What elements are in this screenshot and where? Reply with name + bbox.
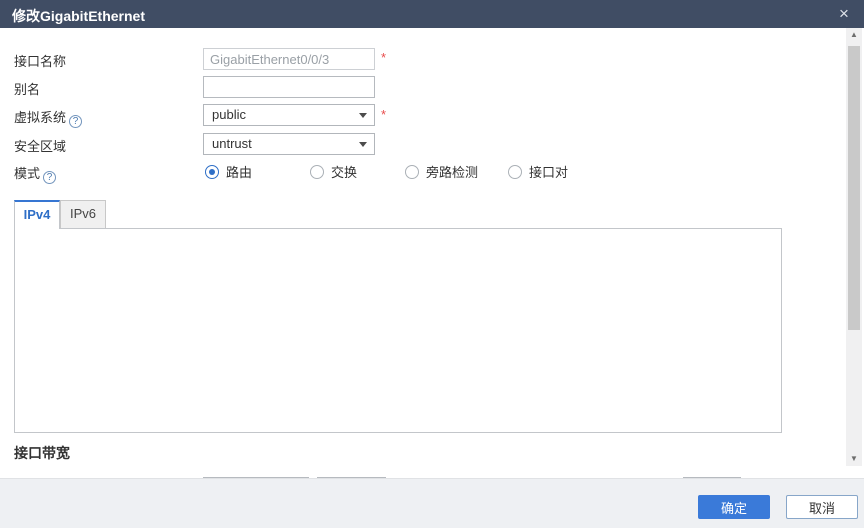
dialog-titlebar: 修改GigabitEthernet × [0, 0, 864, 28]
radio-icon [205, 165, 219, 179]
radio-icon [508, 165, 522, 179]
ok-button[interactable]: 确定 [698, 495, 770, 519]
alias-label: 别名 [14, 79, 40, 98]
ipv4-tab-panel [14, 228, 782, 433]
scroll-up-icon[interactable]: ▲ [846, 28, 862, 42]
chevron-down-icon [359, 113, 367, 118]
alias-input[interactable] [203, 76, 375, 98]
mode-radio-bypass[interactable]: 旁路检测 [405, 162, 478, 181]
scroll-down-icon[interactable]: ▼ [846, 452, 862, 466]
mode-radio-switch[interactable]: 交换 [310, 162, 357, 181]
bandwidth-section-title: 接口带宽 [14, 443, 70, 463]
security-zone-label: 安全区域 [14, 136, 66, 155]
dialog-footer: 确定 取消 [0, 478, 864, 528]
mode-label: 模式? [14, 163, 56, 184]
virtual-system-label: 虚拟系统? [14, 107, 82, 128]
interface-name-required-mark: * [381, 50, 386, 65]
mode-radio-interface-pair[interactable]: 接口对 [508, 162, 568, 181]
vertical-scrollbar[interactable]: ▲ ▼ [846, 28, 862, 466]
tab-ipv6[interactable]: IPv6 [60, 200, 106, 228]
security-zone-value: untrust [212, 136, 252, 151]
interface-name-input [203, 48, 375, 70]
cancel-button[interactable]: 取消 [786, 495, 858, 519]
security-zone-select[interactable]: untrust [203, 133, 375, 155]
interface-name-label: 接口名称 [14, 51, 66, 70]
radio-icon [405, 165, 419, 179]
close-icon[interactable]: × [834, 4, 854, 24]
edit-interface-dialog: 修改GigabitEthernet × 接口名称 * 别名 虚拟系统? publ… [0, 0, 864, 528]
chevron-down-icon [359, 142, 367, 147]
radio-icon [310, 165, 324, 179]
virtual-system-required-mark: * [381, 107, 386, 122]
dialog-title: 修改GigabitEthernet [12, 6, 145, 26]
virtual-system-value: public [212, 107, 246, 122]
scrollbar-thumb[interactable] [848, 46, 860, 330]
mode-radio-route[interactable]: 路由 [205, 162, 252, 181]
help-icon[interactable]: ? [69, 115, 82, 128]
help-icon[interactable]: ? [43, 171, 56, 184]
tab-ipv4[interactable]: IPv4 [14, 200, 60, 229]
virtual-system-select[interactable]: public [203, 104, 375, 126]
